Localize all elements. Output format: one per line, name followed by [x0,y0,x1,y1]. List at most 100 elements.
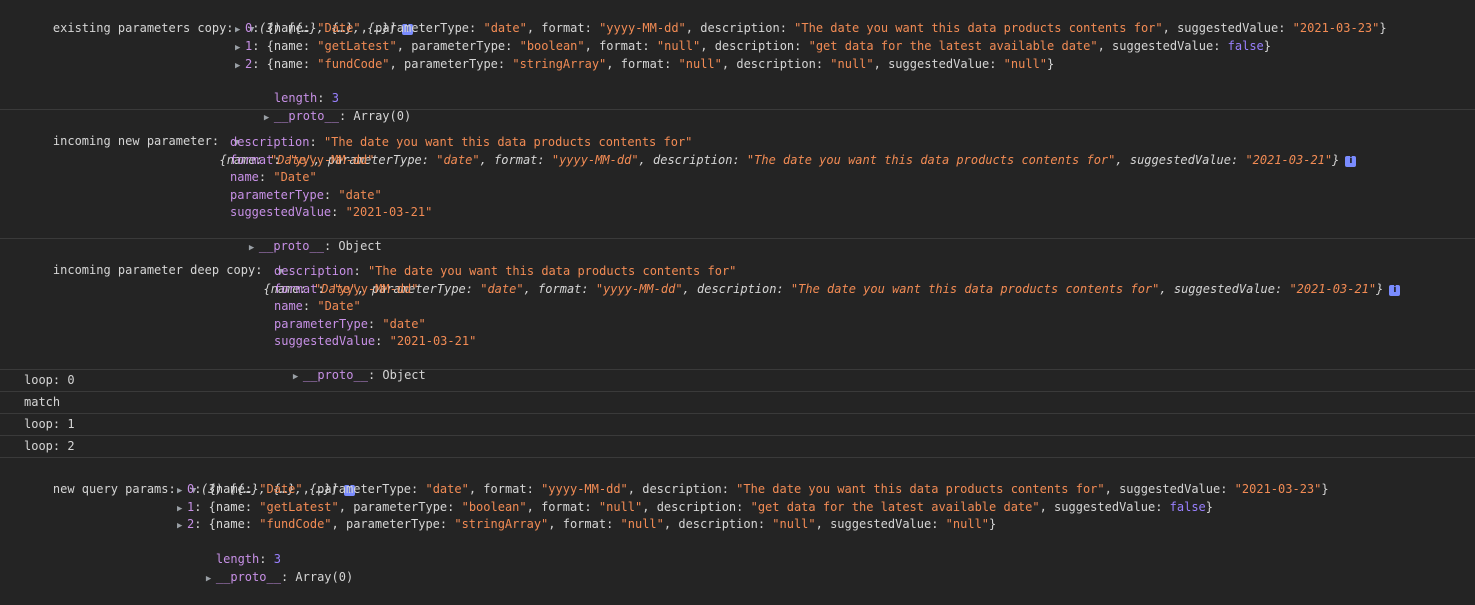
field-value-description: "get data for the latest available date" [808,39,1098,53]
property-value: "2021-03-21" [389,334,477,348]
summary-value-suggestedValue: "2021-03-21" [1289,282,1377,296]
field-value-parameterType: "date" [425,482,469,496]
field-value-suggestedValue: false [1227,39,1264,53]
property-value: "Date" [317,299,361,313]
console-message-match: match [0,392,1475,414]
field-value-format: "null" [620,517,664,531]
field-value-name: "Date" [259,482,303,496]
property-key: format [230,152,274,167]
triangle-right-icon[interactable]: ▶ [177,483,187,500]
proto-row[interactable]: ▶ __proto__: Array(0) [177,552,353,584]
field-value-parameterType: "stringArray" [454,517,549,531]
array-item-row[interactable]: ▶ 2: {name: "fundCode", parameterType: "s… [177,516,996,533]
property-key: parameterType [230,187,324,202]
property-value: "The date you want this data products co… [323,135,693,149]
info-icon[interactable]: i [1389,285,1401,296]
triangle-right-icon[interactable]: ▶ [177,501,187,518]
length-row: length: 3 [215,552,281,566]
log-label: existing parameters copy: [52,21,234,35]
field-value-suggestedValue: "2021-03-23" [1292,21,1380,35]
field-value-parameterType: "stringArray" [512,57,607,71]
object-summary-toggle[interactable]: ▼ {name: "Date", parameterType: "date", … [205,116,1357,167]
property-row: format: "yyyy-MM-dd" [230,152,375,167]
object-summary-toggle[interactable]: ▼ {name: "Date", parameterType: "date", … [249,245,1401,296]
property-key: format [274,281,318,296]
summary-value-format: "yyyy-MM-dd" [595,282,683,296]
array-index: 2 [187,517,195,531]
field-value-format: "null" [598,499,643,514]
array-item-row[interactable]: ▶ 0: {name: "Date", parameterType: "date"… [177,481,1329,498]
property-value: "yyyy-MM-dd" [331,281,419,296]
field-value-suggestedValue: false [1169,499,1206,514]
log-label: new query params: [52,482,176,496]
property-key: suggestedValue [230,205,332,219]
field-value-description: "null" [772,517,816,531]
proto-key: __proto__ [215,570,281,584]
array-index: 1 [245,39,253,53]
triangle-right-icon[interactable]: ▶ [235,40,245,57]
field-value-suggestedValue: "2021-03-23" [1234,482,1322,496]
array-item-row[interactable]: ▶ 0: {name: "Date", parameterType: "date"… [235,20,1387,37]
triangle-right-icon[interactable]: ▶ [177,518,187,535]
property-row: parameterType: "date" [230,187,382,202]
log-text: loop: 2 [24,439,75,453]
property-value: "Date" [273,170,317,184]
property-key: parameterType [274,316,368,331]
summary-value-description: "The date you want this data products co… [790,282,1160,296]
triangle-right-icon[interactable]: ▶ [206,571,216,588]
property-row: description: "The date you want this dat… [274,264,737,278]
field-value-format: "yyyy-MM-dd" [541,482,628,496]
array-summary-toggle[interactable]: ▼ (3) [{…}, {…}, {…}] i [220,3,414,35]
property-key: description [274,264,354,278]
triangle-right-icon[interactable]: ▶ [235,58,245,75]
property-value: "date" [382,316,426,331]
property-row: format: "yyyy-MM-dd" [274,281,419,296]
property-key: suggestedValue [274,334,376,348]
field-value-name: "getLatest" [317,39,397,53]
array-item-row[interactable]: ▶ 2: {name: "fundCode", parameterType: "s… [235,56,1054,73]
console-message-deep-copy: incoming parameter deep copy: ▼ {name: "… [0,239,1475,382]
field-value-description: "The date you want this data products co… [736,482,1105,496]
field-value-name: "fundCode" [259,517,332,531]
array-summary-toggle[interactable]: ▼ (3) [{…}, {…}, {…}] i [162,464,356,496]
property-row: description: "The date you want this dat… [230,135,693,149]
property-value: "yyyy-MM-dd" [287,152,375,167]
field-value-description: "null" [830,57,874,71]
property-value: "date" [338,187,382,202]
array-index: 0 [187,482,195,496]
summary-value-parameterType: "date" [436,153,480,167]
field-value-parameterType: "boolean" [519,39,585,53]
array-index: 1 [187,499,195,514]
info-icon[interactable]: i [1345,156,1357,167]
proto-row[interactable]: ▶ __proto__: Object [220,221,382,253]
field-value-name: "Date" [317,21,361,35]
console-message-loop-1: loop: 1 [0,414,1475,436]
array-index: 2 [245,57,253,71]
array-item-row[interactable]: ▶ 1: {name: "getLatest", parameterType: "… [235,38,1271,55]
summary-value-format: "yyyy-MM-dd" [551,153,639,167]
proto-row[interactable]: ▶ __proto__: Object [264,350,426,382]
object-summary: {name: "Date", parameterType: "date", fo… [219,153,1340,167]
field-value-parameterType: "boolean" [461,499,527,514]
summary-value-parameterType: "date" [480,282,524,296]
proto-row[interactable]: ▶ __proto__: Array(0) [235,91,411,123]
field-value-description: "The date you want this data products co… [794,21,1163,35]
log-text: match [24,395,61,409]
property-value: "The date you want this data products co… [367,264,737,278]
console-message-loop-2: loop: 2 [0,436,1475,458]
field-value-suggestedValue: "null" [945,517,990,531]
field-value-suggestedValue: "null" [1003,57,1048,71]
console-message-incoming-param: incoming new parameter: ▼ {name: "Date",… [0,110,1475,253]
array-item-row[interactable]: ▶ 1: {name: "getLatest", parameterType: "… [177,499,1213,516]
length-row: length: 3 [273,91,339,105]
field-value-name: "getLatest" [259,499,339,514]
proto-value: Array(0) [295,570,354,584]
property-row: parameterType: "date" [274,316,426,331]
field-value-format: "null" [678,57,722,71]
console-message-loop-0: loop: 0 [0,370,1475,392]
property-row: suggestedValue: "2021-03-21" [274,334,477,348]
object-summary: {name: "Date", parameterType: "date", fo… [263,282,1384,296]
console-message-existing-params: existing parameters copy: ▼ (3) [{…}, {…}… [0,0,1475,123]
property-key: description [230,135,310,149]
triangle-right-icon[interactable]: ▶ [235,22,245,39]
